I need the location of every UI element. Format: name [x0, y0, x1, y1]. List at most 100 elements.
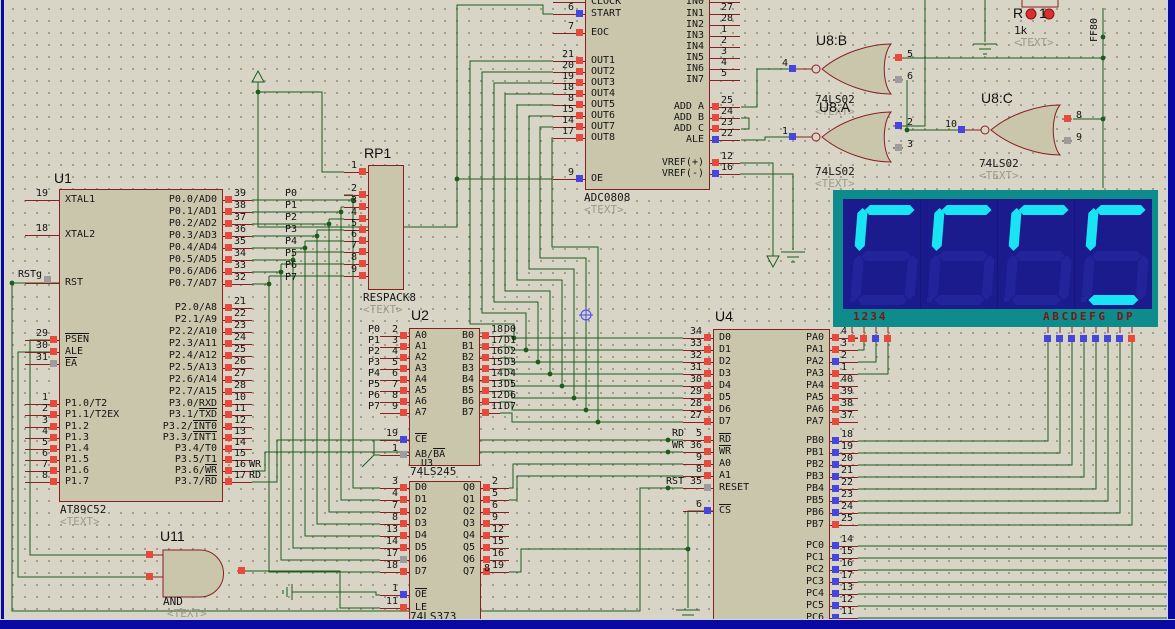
display-segment-pin-square[interactable] [1092, 335, 1099, 342]
rp1-pin-square[interactable] [359, 215, 366, 222]
window-border-right[interactable] [1167, 0, 1175, 629]
u4-pin-square[interactable] [832, 578, 839, 585]
u4-pin-square[interactable] [832, 590, 839, 597]
u8a-body[interactable] [821, 111, 893, 163]
u4-pin-square[interactable] [832, 406, 839, 413]
u2-pin-square[interactable] [482, 409, 489, 416]
u2-pin-square[interactable] [482, 387, 489, 394]
u3-pin-square[interactable] [400, 556, 407, 563]
u1-pin-square[interactable] [225, 280, 232, 287]
u4-pin-square[interactable] [832, 542, 839, 549]
u1-pin-square[interactable] [225, 328, 232, 335]
u3-pin-square[interactable] [400, 591, 407, 598]
u3-pin-square[interactable] [400, 604, 407, 611]
u2-pin-square[interactable] [400, 376, 407, 383]
display-segment-pin-square[interactable] [1128, 335, 1135, 342]
chip-rp1-body[interactable] [368, 165, 404, 290]
display-segment-pin-square[interactable] [1056, 335, 1063, 342]
u1-pin-square[interactable] [50, 411, 57, 418]
u11-input2-square[interactable] [146, 573, 153, 580]
u4-pin-square[interactable] [832, 509, 839, 516]
u8b-output-square[interactable] [789, 65, 796, 72]
display-segment-pin-square[interactable] [1068, 335, 1075, 342]
u4-pin-square[interactable] [704, 334, 711, 341]
adc-pin-square[interactable] [576, 79, 583, 86]
u4-pin-square[interactable] [832, 566, 839, 573]
u11-output-square[interactable] [238, 567, 245, 574]
u3-pin-square[interactable] [483, 544, 490, 551]
u3-pin-square[interactable] [483, 508, 490, 515]
u8c-input1-square[interactable] [1064, 115, 1071, 122]
adc-pin-square[interactable] [576, 10, 583, 17]
adc-pin-square[interactable] [712, 170, 719, 177]
u2-pin-square[interactable] [400, 409, 407, 416]
u1-pin-square[interactable] [225, 196, 232, 203]
u3-pin-square[interactable] [400, 508, 407, 515]
adc-pin-square[interactable] [712, 159, 719, 166]
adc-pin-square[interactable] [576, 123, 583, 130]
u4-pin-square[interactable] [832, 394, 839, 401]
u1-pin-square[interactable] [50, 456, 57, 463]
adc-pin-square[interactable] [576, 112, 583, 119]
u3-pin-square[interactable] [400, 544, 407, 551]
rp1-pin-square[interactable] [359, 248, 366, 255]
u3-pin-square[interactable] [400, 496, 407, 503]
u2-pin-square[interactable] [482, 332, 489, 339]
adc-pin-square[interactable] [712, 125, 719, 132]
u8b-input1-square[interactable] [895, 54, 902, 61]
u8b-input2-square[interactable] [895, 76, 902, 83]
u11-input1-square[interactable] [146, 551, 153, 558]
u4-pin-square[interactable] [704, 370, 711, 377]
u4-pin-square[interactable] [832, 485, 839, 492]
u3-pin-square[interactable] [483, 532, 490, 539]
u1-pin-square[interactable] [225, 423, 232, 430]
u2-pin-square[interactable] [400, 343, 407, 350]
u1-pin-square[interactable] [225, 304, 232, 311]
u8c-output-square[interactable] [958, 126, 965, 133]
u3-pin-square[interactable] [400, 568, 407, 575]
window-border-bottom[interactable] [0, 619, 1175, 629]
u1-pin-square[interactable] [225, 445, 232, 452]
u8c-input2-square[interactable] [1064, 137, 1071, 144]
rp1-pin-square[interactable] [359, 260, 366, 267]
u1-pin-square[interactable] [225, 434, 232, 441]
u1-pin-square[interactable] [225, 340, 232, 347]
display-segment-pin-square[interactable] [1116, 335, 1123, 342]
u1-pin-square[interactable] [50, 467, 57, 474]
u4-pin-square[interactable] [832, 461, 839, 468]
rstg-pin-square[interactable] [44, 276, 51, 283]
u1-pin-square[interactable] [225, 352, 232, 359]
adc-pin-square[interactable] [576, 90, 583, 97]
display-digit-pin-square[interactable] [848, 335, 855, 342]
rp1-pin-square[interactable] [359, 168, 366, 175]
u4-pin-square[interactable] [704, 460, 711, 467]
u4-pin-square[interactable] [704, 507, 711, 514]
display-digit-pin-square[interactable] [860, 335, 867, 342]
u8b-body[interactable] [821, 43, 893, 95]
u4-pin-square[interactable] [832, 473, 839, 480]
adc-pin-square[interactable] [712, 103, 719, 110]
u4-pin-square[interactable] [704, 358, 711, 365]
u4-pin-square[interactable] [832, 449, 839, 456]
rp1-pin-square[interactable] [359, 272, 366, 279]
u1-pin-square[interactable] [50, 336, 57, 343]
u4-pin-square[interactable] [704, 382, 711, 389]
u4-pin-square[interactable] [832, 497, 839, 504]
adc-pin-square[interactable] [576, 68, 583, 75]
u2-pin-square[interactable] [400, 398, 407, 405]
u1-pin-square[interactable] [225, 364, 232, 371]
u3-pin-square[interactable] [483, 556, 490, 563]
u4-pin-square[interactable] [704, 472, 711, 479]
adc-pin-square[interactable] [576, 175, 583, 182]
u4-pin-square[interactable] [832, 418, 839, 425]
u4-pin-square[interactable] [832, 602, 839, 609]
u2-pin-square[interactable] [400, 332, 407, 339]
u1-pin-square[interactable] [225, 316, 232, 323]
rp1-pin-square[interactable] [359, 191, 366, 198]
u1-pin-square[interactable] [50, 434, 57, 441]
u4-pin-square[interactable] [704, 436, 711, 443]
u4-pin-square[interactable] [832, 554, 839, 561]
rp1-pin-square[interactable] [359, 203, 366, 210]
u2-pin-square[interactable] [400, 451, 407, 458]
u1-pin-square[interactable] [225, 411, 232, 418]
